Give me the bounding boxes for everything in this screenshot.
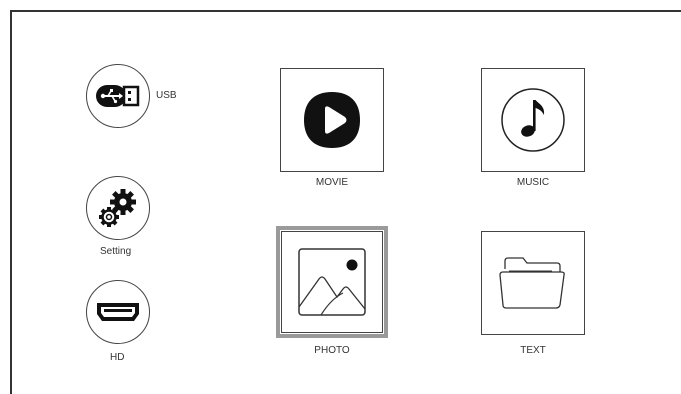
tile-text[interactable]: TEXT (481, 231, 585, 357)
music-label: MUSIC (516, 177, 550, 188)
tile-music[interactable]: MUSIC (481, 68, 585, 190)
selection-frame (276, 226, 388, 338)
text-label: TEXT (520, 345, 546, 356)
source-setting[interactable]: Setting (86, 176, 152, 260)
tile-photo[interactable]: PHOTO (276, 226, 388, 358)
usb-label: USB (156, 90, 177, 101)
usb-icon (96, 85, 140, 107)
hdmi-icon (97, 303, 139, 321)
hd-label: HD (110, 352, 125, 363)
play-icon (304, 92, 360, 148)
music-note-icon (501, 88, 565, 152)
movie-label: MOVIE (315, 177, 349, 188)
setting-label: Setting (100, 246, 132, 257)
folder-icon (499, 257, 565, 309)
photo-label: PHOTO (314, 345, 350, 356)
image-icon (298, 248, 366, 316)
tile-movie[interactable]: MOVIE (280, 68, 384, 190)
source-usb[interactable]: USB (86, 64, 196, 130)
source-hd[interactable]: HD (86, 280, 152, 364)
gears-icon (99, 189, 136, 227)
